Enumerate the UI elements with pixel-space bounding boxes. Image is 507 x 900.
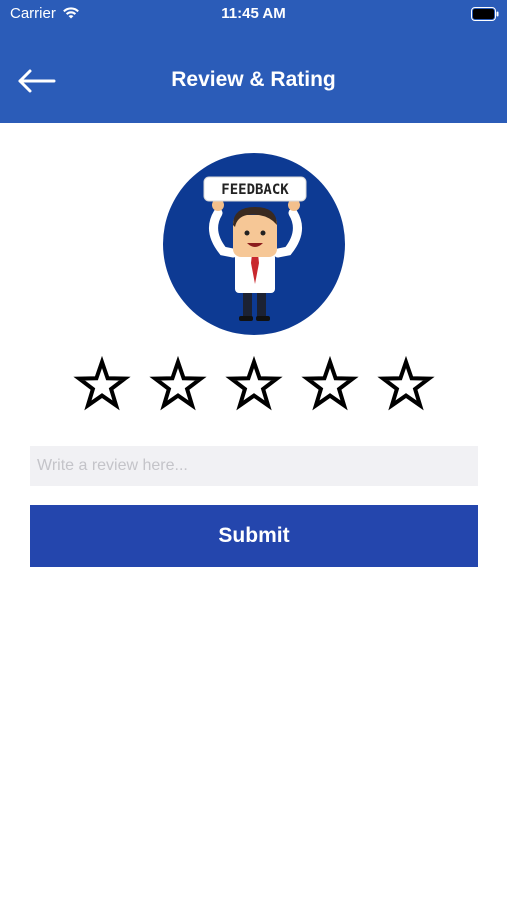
submit-button[interactable]: Submit — [30, 505, 478, 567]
star-1-button[interactable] — [72, 355, 132, 416]
star-outline-icon — [376, 355, 436, 420]
star-rating — [0, 355, 507, 416]
star-4-button[interactable] — [300, 355, 360, 416]
nav-bar: Review & Rating — [0, 55, 507, 107]
feedback-sign-text: FEEDBACK — [221, 182, 289, 198]
star-2-button[interactable] — [148, 355, 208, 416]
app-header: Carrier 11:45 AM Review & Rating — [0, 0, 507, 123]
star-3-button[interactable] — [224, 355, 284, 416]
status-bar: Carrier 11:45 AM — [0, 0, 507, 28]
feedback-illustration: FEEDBACK — [163, 153, 345, 335]
star-outline-icon — [224, 355, 284, 420]
battery-icon — [471, 7, 499, 25]
status-time: 11:45 AM — [221, 5, 286, 22]
page-title: Review & Rating — [171, 68, 336, 91]
review-input[interactable] — [30, 446, 478, 486]
star-5-button[interactable] — [376, 355, 436, 416]
star-outline-icon — [72, 355, 132, 420]
star-outline-icon — [300, 355, 360, 420]
star-outline-icon — [148, 355, 208, 420]
